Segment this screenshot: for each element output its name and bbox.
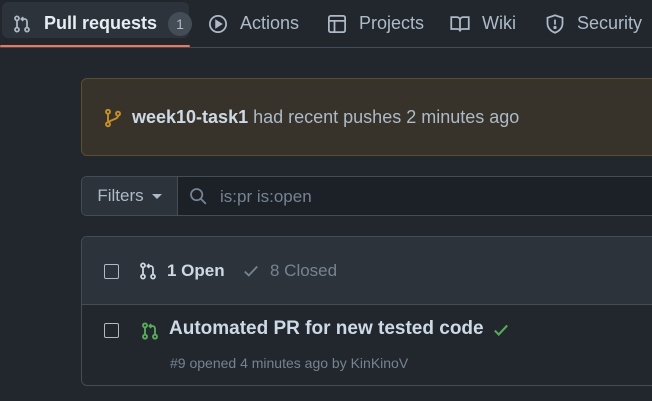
search-input[interactable] — [218, 183, 652, 211]
book-icon — [450, 14, 470, 34]
git-branch-icon — [105, 108, 121, 128]
tab-label: Projects — [359, 13, 425, 33]
git-pull-request-icon — [12, 14, 32, 34]
banner-text: week10-task1 had recent pushes 2 minutes… — [132, 107, 519, 128]
pr-list-box: 1 Open 8 Closed Automated PR for new tes… — [81, 236, 652, 386]
closed-filter-link[interactable]: 8 Closed — [242, 261, 337, 281]
caret-down-icon — [151, 193, 162, 199]
tab-label: Actions — [240, 13, 300, 33]
tab-label: Wiki — [482, 13, 516, 33]
shield-icon — [545, 13, 565, 34]
git-pull-request-icon — [140, 262, 156, 280]
pull-requests-page: Pull requests 1 Actions Projects Wiki Se… — [0, 0, 652, 401]
repo-nav: Pull requests 1 Actions Projects Wiki Se… — [0, 0, 652, 48]
check-icon — [244, 265, 258, 277]
filter-bar: Filters — [81, 176, 652, 216]
tab-actions[interactable]: Actions — [208, 0, 299, 47]
tab-label: Security — [577, 13, 643, 33]
open-count-label: 1 Open — [167, 261, 225, 280]
row-checkbox[interactable] — [104, 323, 119, 338]
branch-name[interactable]: week10-task1 — [132, 107, 248, 127]
tab-pull-requests[interactable]: Pull requests 1 — [12, 0, 193, 47]
tab-label: Pull requests — [44, 13, 158, 33]
active-tab-underline — [0, 45, 190, 47]
success-check-icon[interactable] — [492, 321, 510, 339]
filters-button[interactable]: Filters — [82, 177, 178, 215]
filters-label: Filters — [97, 186, 144, 205]
closed-count-label: 8 Closed — [270, 261, 338, 280]
pr-meta: #9 opened 4 minutes ago by KinKinoV — [170, 355, 409, 371]
open-filter-link[interactable]: 1 Open — [138, 261, 225, 281]
banner-message: had recent pushes 2 minutes ago — [248, 107, 520, 127]
tab-projects[interactable]: Projects — [327, 0, 424, 47]
tab-security[interactable]: Security — [545, 0, 642, 47]
tab-wiki[interactable]: Wiki — [450, 0, 516, 47]
select-all-checkbox[interactable] — [104, 264, 119, 279]
recent-push-banner: week10-task1 had recent pushes 2 minutes… — [81, 78, 652, 156]
pr-list-header: 1 Open 8 Closed — [82, 237, 652, 305]
pr-count-badge: 1 — [168, 11, 193, 36]
pr-title-link[interactable]: Automated PR for new tested code — [169, 318, 484, 340]
search-icon — [190, 188, 207, 205]
table-icon — [327, 14, 347, 34]
git-pull-request-open-icon — [142, 322, 158, 340]
play-icon — [208, 14, 228, 34]
list-item: Automated PR for new tested code #9 open… — [82, 304, 652, 386]
